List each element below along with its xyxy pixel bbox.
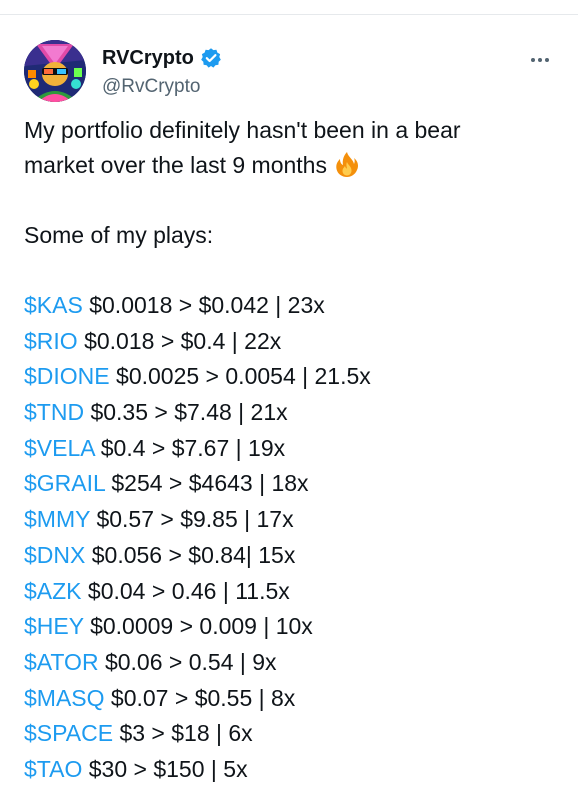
cashtag-link[interactable]: $ATOR: [24, 649, 99, 675]
play-detail: $0.57 > $9.85 | 17x: [96, 506, 294, 533]
play-detail: $30 > $150 | 5x: [88, 755, 248, 782]
play-detail: $3 > $18 | 6x: [119, 720, 253, 747]
tweet-intro-line: My portfolio definitely hasn't been in a…: [24, 117, 461, 143]
play-detail: $0.06 > 0.54 | 9x: [104, 648, 277, 675]
tweet-text: My portfolio definitely hasn't been in a…: [24, 113, 564, 788]
more-options-button[interactable]: [524, 51, 556, 69]
cashtag-link[interactable]: $GRAIL: [24, 470, 105, 496]
tweet-intro-line: market over the last 9 months: [24, 148, 564, 183]
play-row: $SPACE $3 > $18 | 6x: [24, 716, 564, 752]
author-name-row[interactable]: RVCrypto: [102, 45, 222, 71]
play-row: $KAS $0.0018 > $0.042 | 23x: [24, 288, 564, 324]
play-detail: $0.04 > 0.46 | 11.5x: [87, 577, 290, 604]
verified-badge-icon: [200, 47, 222, 69]
play-detail: $0.056 > $0.84| 15x: [91, 541, 296, 568]
more-dot-icon: [531, 58, 535, 62]
plays-heading: Some of my plays:: [24, 222, 214, 248]
play-row: $RIO $0.018 > $0.4 | 22x: [24, 324, 564, 360]
play-row: $DIONE $0.0025 > 0.0054 | 21.5x: [24, 359, 564, 395]
cashtag-link[interactable]: $VELA: [24, 435, 94, 461]
play-detail: $0.018 > $0.4 | 22x: [84, 327, 282, 354]
play-detail: $0.0009 > 0.009 | 10x: [90, 613, 313, 640]
play-detail: $254 > $4643 | 18x: [111, 470, 309, 497]
author-handle[interactable]: @RvCrypto: [102, 75, 200, 99]
fire-icon: [333, 150, 361, 178]
play-row: $HEY $0.0009 > 0.009 | 10x: [24, 609, 564, 645]
author-display-name[interactable]: RVCrypto: [102, 45, 194, 71]
play-row: $ATOR $0.06 > 0.54 | 9x: [24, 645, 564, 681]
play-row: $GRAIL $254 > $4643 | 18x: [24, 466, 564, 502]
play-row: $MMY $0.57 > $9.85 | 17x: [24, 502, 564, 538]
cashtag-link[interactable]: $RIO: [24, 328, 78, 354]
cashtag-link[interactable]: $MMY: [24, 506, 90, 532]
plays-list: $KAS $0.0018 > $0.042 | 23x $RIO $0.018 …: [24, 288, 564, 788]
play-row: $MASQ $0.07 > $0.55 | 8x: [24, 681, 564, 717]
cashtag-link[interactable]: $MASQ: [24, 685, 105, 711]
cashtag-link[interactable]: $DIONE: [24, 363, 110, 389]
cashtag-link[interactable]: $TAO: [24, 756, 82, 782]
play-detail: $0.0025 > 0.0054 | 21.5x: [116, 363, 371, 390]
cashtag-link[interactable]: $SPACE: [24, 720, 113, 746]
play-row: $VELA $0.4 > $7.67 | 19x: [24, 431, 564, 467]
play-row: $TAO $30 > $150 | 5x: [24, 752, 564, 788]
play-detail: $0.07 > $0.55 | 8x: [110, 684, 296, 711]
play-detail: $0.35 > $7.48 | 21x: [90, 399, 288, 426]
cashtag-link[interactable]: $KAS: [24, 292, 83, 318]
play-row: $DNX $0.056 > $0.84| 15x: [24, 538, 564, 574]
play-row: $TND $0.35 > $7.48 | 21x: [24, 395, 564, 431]
avatar[interactable]: [24, 40, 86, 102]
play-row: $AZK $0.04 > 0.46 | 11.5x: [24, 574, 564, 610]
avatar-image: [24, 40, 86, 102]
play-detail: $0.0018 > $0.042 | 23x: [89, 292, 325, 318]
tweet-intro-text: market over the last 9 months: [24, 152, 327, 178]
cashtag-link[interactable]: $HEY: [24, 613, 84, 639]
cashtag-link[interactable]: $AZK: [24, 578, 82, 604]
more-dot-icon: [538, 58, 542, 62]
cashtag-link[interactable]: $DNX: [24, 542, 85, 568]
play-detail: $0.4 > $7.67 | 19x: [100, 434, 286, 461]
more-dot-icon: [545, 58, 549, 62]
cashtag-link[interactable]: $TND: [24, 399, 84, 425]
